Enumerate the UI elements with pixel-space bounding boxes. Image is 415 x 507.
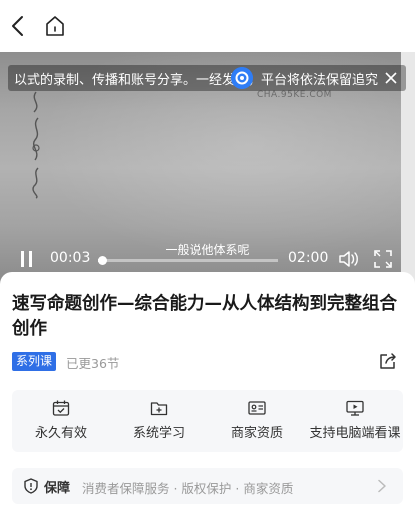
fullscreen-icon[interactable]: [373, 249, 393, 269]
id-card-icon: [248, 401, 266, 415]
feature-label: 系统学习: [132, 426, 185, 441]
pencil-sketch-image: [32, 91, 40, 199]
home-icon[interactable]: [44, 14, 66, 38]
monitor-play-icon: [346, 400, 364, 416]
guarantee-row[interactable]: 保障 消费者保障服务 · 版权保护 · 商家资质: [12, 468, 403, 504]
feature-label: 支持电脑端看课: [309, 426, 401, 441]
progress-track[interactable]: [98, 256, 278, 265]
video-watermark: CHA.95KE.COM: [257, 90, 332, 100]
pause-icon-bar-right: [29, 251, 32, 267]
calendar-check-icon: [52, 400, 70, 416]
guarantee-label: 保障: [44, 481, 71, 496]
feature-merchant-qualification: 商家资质: [208, 400, 306, 446]
total-time: 02:00: [288, 250, 329, 266]
video-player[interactable]: CHA.95KE.COM 以式的录制、传播和账号分享。一经发现，平台将依法保留追…: [0, 52, 415, 284]
chevron-right-icon[interactable]: [377, 479, 387, 493]
feature-pc-viewing: 支持电脑端看课: [306, 400, 404, 446]
course-title: 速写命题创作—综合能力—从人体结构到完整组合创作: [12, 294, 397, 339]
close-icon[interactable]: [384, 71, 398, 85]
current-time: 00:03: [50, 250, 91, 266]
marquee-text: 以式的录制、传播和账号分享。一经发现，平台将依法保留追究: [14, 73, 379, 88]
progress-thumb[interactable]: [98, 256, 107, 265]
feature-label: 永久有效: [34, 426, 87, 441]
feature-systematic-learning: 系统学习: [110, 400, 208, 446]
update-status: 已更36节: [66, 356, 120, 371]
pause-button[interactable]: [19, 251, 35, 271]
folder-add-icon: [150, 402, 168, 416]
back-arrow-icon[interactable]: [8, 13, 30, 39]
shield-icon: [24, 478, 38, 494]
feature-permanent-access: 永久有效: [12, 400, 110, 446]
platform-logo-icon: [231, 67, 253, 89]
volume-icon[interactable]: [338, 249, 360, 269]
share-icon[interactable]: [378, 351, 398, 371]
copyright-marquee: 以式的录制、传播和账号分享。一经发现，平台将依法保留追究: [8, 65, 406, 91]
course-info-panel: 速写命题创作—综合能力—从人体结构到完整组合创作 系列课 已更36节 永久有效 …: [0, 272, 415, 507]
pause-icon-bar-left: [21, 251, 24, 267]
feature-label: 商家资质: [230, 426, 283, 441]
feature-list: 永久有效 系统学习 商家资质 支持电脑端看课: [12, 390, 403, 452]
series-course-badge: 系列课: [12, 352, 57, 371]
guarantee-description: 消费者保障服务 · 版权保护 · 商家资质: [82, 481, 294, 496]
top-nav-bar: [0, 0, 415, 52]
